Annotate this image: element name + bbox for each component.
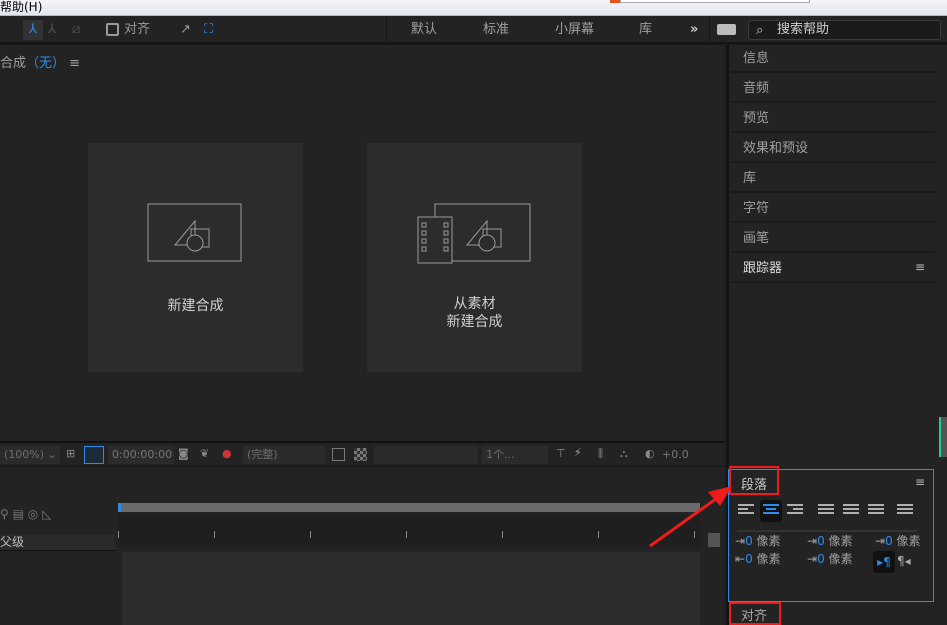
menu-help[interactable]: 帮助(H) — [0, 0, 42, 14]
snapshot-icon[interactable]: ◙ — [178, 447, 189, 460]
panel-libraries[interactable]: 库 — [731, 165, 935, 193]
from-footage-label: 从素材 新建合成 — [367, 295, 582, 331]
camera-dropdown[interactable] — [374, 446, 478, 464]
annotation-box-align — [729, 602, 781, 625]
timeline-panel: ⚲ ▤ ◎ ◺ 父级 — [0, 467, 725, 625]
space-after-field[interactable]: ⇥0 像素 — [807, 550, 853, 567]
align-right-icon[interactable] — [787, 504, 803, 518]
fast-previews-icon[interactable]: ⚡ — [574, 446, 582, 459]
current-time-field[interactable]: 0:00:00:00 — [108, 446, 174, 464]
roto-icon[interactable]: ⛶ — [204, 20, 213, 40]
search-help-input[interactable]: 搜索帮助 — [748, 20, 941, 40]
panel-paint[interactable]: 画笔 — [731, 225, 935, 253]
annotation-arrow-icon — [649, 486, 732, 548]
from-footage-line1: 从素材 — [453, 296, 496, 312]
workspace-libraries[interactable]: 库 — [639, 20, 652, 40]
feather-icon[interactable]: ↗ — [180, 20, 191, 40]
panel-info[interactable]: 信息 — [731, 45, 935, 73]
panel-effects-presets[interactable]: 效果和预设 — [731, 135, 935, 163]
align-left-icon[interactable] — [738, 504, 754, 518]
more-workspaces-icon[interactable]: » — [690, 20, 698, 40]
workspace-standard[interactable]: 标准 — [483, 20, 509, 40]
parent-column-label: 父级 — [0, 535, 25, 549]
snap-label: 对齐 — [124, 22, 151, 37]
timeline-switch-icons[interactable]: ⚲ ▤ ◎ ◺ — [0, 507, 51, 521]
window-fragment — [620, 0, 810, 3]
panel-preview[interactable]: 预览 — [731, 105, 935, 133]
indent-right-field[interactable]: ⇤0 像素 — [735, 550, 781, 567]
rtl-direction-button[interactable]: ¶◂ — [897, 554, 911, 568]
search-icon: ⌕ — [756, 23, 764, 38]
footage-composition-icon — [417, 203, 531, 264]
new-composition-button[interactable]: 新建合成 — [88, 143, 303, 372]
justify-center-icon[interactable] — [843, 504, 859, 518]
from-footage-line2: 新建合成 — [446, 314, 503, 330]
exposure-value[interactable]: +0.0 — [662, 448, 689, 461]
toggle-pixel-aspect-icon[interactable]: ⊤ — [556, 447, 566, 460]
workspace-settings-icon[interactable] — [717, 24, 736, 35]
safe-zones-icon[interactable]: ⊞ — [66, 447, 75, 460]
align-center-icon — [763, 504, 779, 518]
region-of-interest-icon[interactable] — [332, 448, 345, 461]
workspace-small-screen[interactable]: 小屏幕 — [555, 20, 594, 40]
composition-current[interactable]: （无） — [26, 56, 65, 71]
show-snapshot-icon[interactable]: ❦ — [200, 447, 209, 460]
track-area — [122, 552, 700, 625]
new-composition-label: 新建合成 — [167, 298, 224, 314]
new-composition-from-footage-button[interactable]: 从素材 新建合成 — [367, 143, 582, 372]
panel-title: 合成（无） ≡ — [0, 52, 80, 71]
layer-list — [0, 552, 115, 625]
panel-menu-icon[interactable]: ≡ — [69, 56, 80, 71]
time-ruler[interactable] — [118, 515, 700, 547]
magnification-dropdown[interactable]: (100%) ⌄ — [0, 446, 60, 464]
justify-right-icon[interactable] — [868, 504, 884, 518]
composition-label: 合成 — [0, 56, 27, 71]
justify-all-icon[interactable] — [897, 504, 913, 518]
ltr-direction-button[interactable]: ▸¶ — [873, 551, 895, 573]
transparency-grid-icon[interactable] — [354, 448, 367, 461]
views-dropdown[interactable]: 1个... — [482, 446, 548, 464]
tracker-menu-icon[interactable]: ≡ — [915, 260, 925, 274]
column-header: 父级 — [0, 534, 115, 551]
viewer-toolbar: (100%) ⌄ ⊞ 0:00:00:00 ◙ ❦ ● (完整) 1个... ⊤… — [0, 441, 725, 465]
timeline-icon[interactable]: ⫼ — [598, 447, 603, 461]
snap-checkbox[interactable] — [106, 23, 119, 36]
panel-audio[interactable]: 音频 — [731, 75, 935, 103]
justify-left-icon[interactable] — [818, 504, 834, 518]
first-line-indent-field[interactable]: ⇥0 像素 — [875, 532, 921, 549]
space-before-field[interactable]: ⇥0 像素 — [807, 532, 853, 549]
toolbar: ⅄ ⅄ ⧄ 对齐 ↗ ⛶ 默认 标准 小屏幕 库 » 搜索帮助 ⌕ — [0, 16, 947, 44]
divider — [709, 16, 710, 44]
indent-left-field[interactable]: ⇥0 像素 — [735, 532, 781, 549]
flowchart-icon[interactable]: ⛬ — [620, 447, 628, 461]
local-axis-icon[interactable]: ⅄ — [23, 20, 43, 40]
panel-character[interactable]: 字符 — [731, 195, 935, 223]
divider — [386, 16, 387, 44]
workspace-default[interactable]: 默认 — [411, 20, 437, 40]
menu-bar: 帮助(H) — [0, 0, 947, 16]
world-axis-icon[interactable]: ⅄ — [48, 20, 56, 40]
paragraph-menu-icon[interactable]: ≡ — [915, 475, 925, 489]
work-area-bar[interactable] — [118, 503, 700, 512]
panel-tracker[interactable]: 跟踪器 — [731, 255, 935, 283]
composition-icon — [147, 203, 242, 262]
composition-panel: 合成（无） ≡ 新建合成 从素材 新建合成 — [0, 45, 725, 441]
exposure-icon[interactable]: ◐ — [645, 447, 655, 460]
resolution-dropdown[interactable]: (完整) — [243, 446, 325, 464]
scrollbar[interactable] — [939, 417, 947, 457]
view-axis-icon[interactable]: ⧄ — [72, 20, 80, 40]
mask-visibility-icon[interactable] — [84, 446, 104, 464]
channel-icon[interactable]: ● — [222, 447, 232, 460]
